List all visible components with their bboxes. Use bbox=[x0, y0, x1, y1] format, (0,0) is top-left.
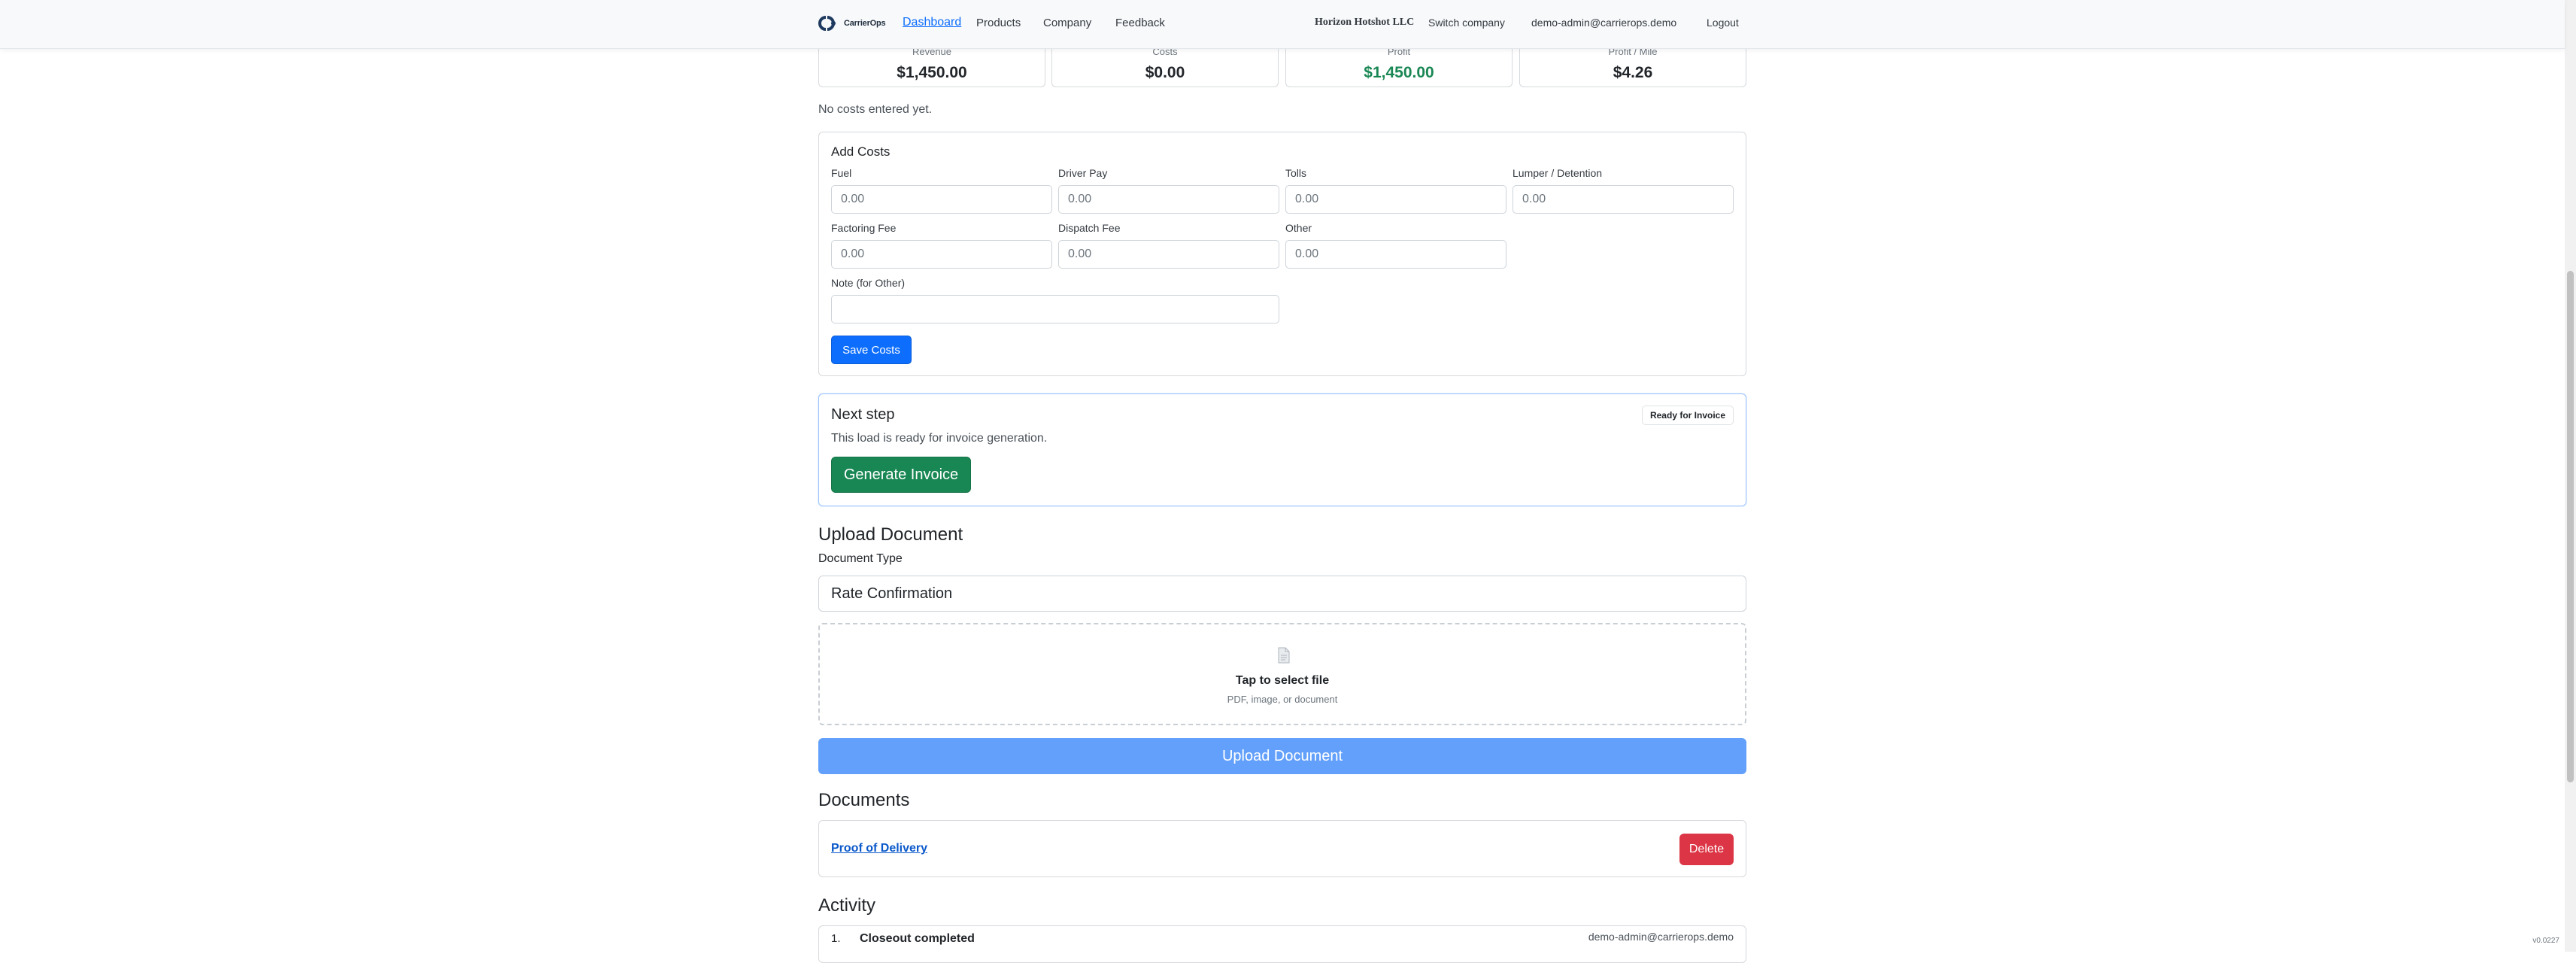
driver-pay-input[interactable] bbox=[1058, 185, 1279, 214]
document-link-proof-of-delivery[interactable]: Proof of Delivery bbox=[831, 842, 927, 855]
logout-link[interactable]: Logout bbox=[1707, 17, 1739, 29]
stat-value: $1,450.00 bbox=[897, 64, 967, 81]
activity-heading: Activity bbox=[818, 895, 876, 916]
current-company: Horizon Hotshot LLC bbox=[1315, 17, 1415, 28]
page-scrollbar[interactable] bbox=[2565, 0, 2576, 952]
lumper-detention-input[interactable] bbox=[1513, 185, 1734, 214]
dropzone-subtitle: PDF, image, or document bbox=[1227, 694, 1338, 705]
add-costs-title: Add Costs bbox=[831, 144, 891, 159]
upload-document-heading: Upload Document bbox=[818, 524, 963, 545]
brand-name: CarrierOps bbox=[844, 19, 886, 28]
document-type-select[interactable]: Rate Confirmation bbox=[818, 576, 1746, 612]
next-step-title: Next step bbox=[831, 406, 895, 423]
next-step-panel: Next step Ready for Invoice This load is… bbox=[818, 393, 1746, 506]
tolls-label: Tolls bbox=[1285, 167, 1307, 179]
factoring-fee-label: Factoring Fee bbox=[831, 222, 897, 234]
delete-document-button[interactable]: Delete bbox=[1679, 834, 1734, 865]
documents-heading: Documents bbox=[818, 790, 910, 810]
driver-pay-label: Driver Pay bbox=[1058, 167, 1108, 179]
activity-title: Closeout completed bbox=[860, 932, 975, 945]
app-version: v0.0227 bbox=[2532, 937, 2559, 945]
next-step-text: This load is ready for invoice generatio… bbox=[831, 432, 1048, 445]
carrierops-logo-icon bbox=[818, 16, 836, 31]
other-input[interactable] bbox=[1285, 240, 1506, 269]
nav-link-company[interactable]: Company bbox=[1043, 17, 1091, 29]
document-row: Proof of Delivery Delete bbox=[818, 820, 1746, 877]
tolls-input[interactable] bbox=[1285, 185, 1506, 214]
stat-value: $0.00 bbox=[1145, 64, 1185, 81]
brand-logo[interactable]: CarrierOps bbox=[815, 12, 886, 35]
stat-value: $1,450.00 bbox=[1364, 64, 1434, 81]
nav-link-products[interactable]: Products bbox=[976, 17, 1021, 29]
note-label: Note (for Other) bbox=[831, 277, 906, 289]
upload-document-button[interactable]: Upload Document bbox=[818, 738, 1746, 774]
fuel-label: Fuel bbox=[831, 167, 852, 179]
switch-company-link[interactable]: Switch company bbox=[1428, 17, 1505, 29]
navbar-inner: CarrierOps Dashboard Products Company Fe… bbox=[815, 0, 1748, 48]
no-costs-message: No costs entered yet. bbox=[818, 103, 933, 116]
document-type-label: Document Type bbox=[818, 552, 903, 565]
document-file-icon bbox=[1278, 647, 1290, 664]
add-costs-panel: Add Costs Fuel Driver Pay Tolls Lumper /… bbox=[818, 132, 1746, 376]
file-dropzone[interactable]: Tap to select file PDF, image, or docume… bbox=[818, 623, 1746, 725]
note-input[interactable] bbox=[831, 295, 1279, 324]
fuel-input[interactable] bbox=[831, 185, 1052, 214]
factoring-fee-input[interactable] bbox=[831, 240, 1052, 269]
scrollbar-thumb[interactable] bbox=[2567, 271, 2574, 782]
dispatch-fee-label: Dispatch Fee bbox=[1058, 222, 1121, 234]
status-badge: Ready for Invoice bbox=[1641, 406, 1734, 425]
activity-user: demo-admin@carrierops.demo bbox=[1588, 931, 1734, 943]
save-costs-button[interactable]: Save Costs bbox=[831, 336, 912, 364]
top-navbar: CarrierOps Dashboard Products Company Fe… bbox=[0, 0, 2565, 49]
user-email: demo-admin@carrierops.demo bbox=[1531, 17, 1677, 29]
activity-index: 1. bbox=[831, 932, 841, 945]
lumper-detention-label: Lumper / Detention bbox=[1513, 167, 1603, 179]
activity-row: 1. Closeout completed demo-admin@carrier… bbox=[818, 925, 1746, 963]
dispatch-fee-input[interactable] bbox=[1058, 240, 1279, 269]
other-label: Other bbox=[1285, 222, 1312, 234]
nav-link-feedback[interactable]: Feedback bbox=[1115, 17, 1165, 29]
dropzone-title: Tap to select file bbox=[1235, 674, 1330, 687]
generate-invoice-button[interactable]: Generate Invoice bbox=[831, 457, 971, 493]
stat-value: $4.26 bbox=[1613, 64, 1653, 81]
nav-link-dashboard[interactable]: Dashboard bbox=[903, 16, 961, 29]
